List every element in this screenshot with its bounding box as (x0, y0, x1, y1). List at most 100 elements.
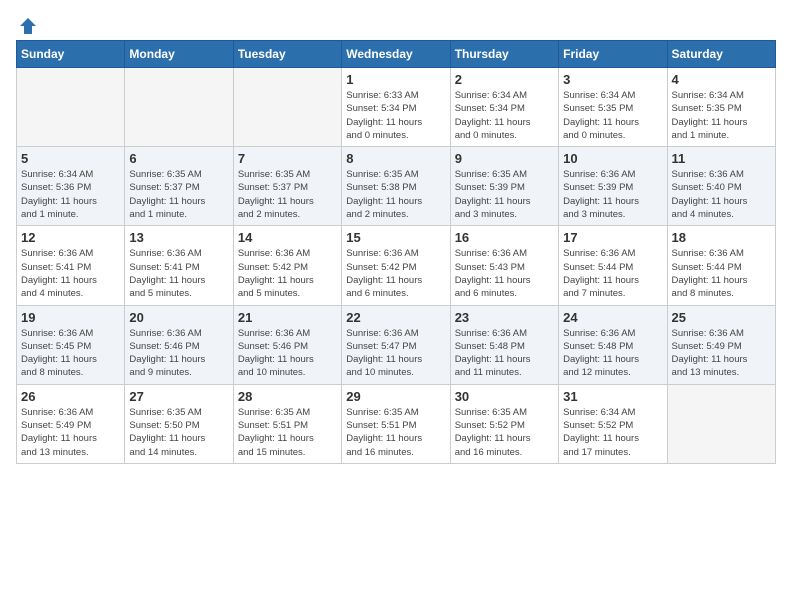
day-number: 9 (455, 151, 554, 166)
day-info: Sunrise: 6:35 AM Sunset: 5:51 PM Dayligh… (346, 406, 445, 459)
day-number: 2 (455, 72, 554, 87)
day-number: 23 (455, 310, 554, 325)
day-info: Sunrise: 6:36 AM Sunset: 5:44 PM Dayligh… (672, 247, 771, 300)
calendar-week-row: 19 Sunrise: 6:36 AM Sunset: 5:45 PM Dayli… (17, 305, 776, 384)
day-info: Sunrise: 6:36 AM Sunset: 5:44 PM Dayligh… (563, 247, 662, 300)
day-number: 28 (238, 389, 337, 404)
day-info: Sunrise: 6:35 AM Sunset: 5:38 PM Dayligh… (346, 168, 445, 221)
day-info: Sunrise: 6:36 AM Sunset: 5:48 PM Dayligh… (455, 327, 554, 380)
page-header (16, 16, 776, 32)
day-number: 15 (346, 230, 445, 245)
day-info: Sunrise: 6:35 AM Sunset: 5:51 PM Dayligh… (238, 406, 337, 459)
calendar-day-cell: 28 Sunrise: 6:35 AM Sunset: 5:51 PM Dayli… (233, 384, 341, 463)
day-info: Sunrise: 6:34 AM Sunset: 5:35 PM Dayligh… (563, 89, 662, 142)
day-number: 31 (563, 389, 662, 404)
day-info: Sunrise: 6:36 AM Sunset: 5:49 PM Dayligh… (21, 406, 120, 459)
calendar-table: SundayMondayTuesdayWednesdayThursdayFrid… (16, 40, 776, 464)
calendar-day-cell: 14 Sunrise: 6:36 AM Sunset: 5:42 PM Dayli… (233, 226, 341, 305)
day-info: Sunrise: 6:36 AM Sunset: 5:47 PM Dayligh… (346, 327, 445, 380)
day-info: Sunrise: 6:35 AM Sunset: 5:37 PM Dayligh… (129, 168, 228, 221)
calendar-day-cell: 17 Sunrise: 6:36 AM Sunset: 5:44 PM Dayli… (559, 226, 667, 305)
day-info: Sunrise: 6:36 AM Sunset: 5:40 PM Dayligh… (672, 168, 771, 221)
day-number: 7 (238, 151, 337, 166)
day-number: 5 (21, 151, 120, 166)
day-info: Sunrise: 6:34 AM Sunset: 5:35 PM Dayligh… (672, 89, 771, 142)
day-number: 18 (672, 230, 771, 245)
day-number: 10 (563, 151, 662, 166)
calendar-week-row: 5 Sunrise: 6:34 AM Sunset: 5:36 PM Daylig… (17, 147, 776, 226)
weekday-header-thursday: Thursday (450, 41, 558, 68)
calendar-day-cell: 1 Sunrise: 6:33 AM Sunset: 5:34 PM Daylig… (342, 68, 450, 147)
day-number: 29 (346, 389, 445, 404)
day-number: 30 (455, 389, 554, 404)
day-number: 4 (672, 72, 771, 87)
day-info: Sunrise: 6:33 AM Sunset: 5:34 PM Dayligh… (346, 89, 445, 142)
calendar-day-cell: 12 Sunrise: 6:36 AM Sunset: 5:41 PM Dayli… (17, 226, 125, 305)
weekday-header-sunday: Sunday (17, 41, 125, 68)
day-info: Sunrise: 6:34 AM Sunset: 5:52 PM Dayligh… (563, 406, 662, 459)
calendar-day-cell: 3 Sunrise: 6:34 AM Sunset: 5:35 PM Daylig… (559, 68, 667, 147)
calendar-day-cell: 19 Sunrise: 6:36 AM Sunset: 5:45 PM Dayli… (17, 305, 125, 384)
calendar-day-cell: 7Sunrise: 6:35 AM Sunset: 5:37 PM Daylig… (233, 147, 341, 226)
day-info: Sunrise: 6:36 AM Sunset: 5:39 PM Dayligh… (563, 168, 662, 221)
day-info: Sunrise: 6:34 AM Sunset: 5:34 PM Dayligh… (455, 89, 554, 142)
calendar-day-cell: 25Sunrise: 6:36 AM Sunset: 5:49 PM Dayli… (667, 305, 775, 384)
calendar-day-cell: 30 Sunrise: 6:35 AM Sunset: 5:52 PM Dayli… (450, 384, 558, 463)
day-number: 22 (346, 310, 445, 325)
calendar-day-cell: 5 Sunrise: 6:34 AM Sunset: 5:36 PM Daylig… (17, 147, 125, 226)
day-number: 14 (238, 230, 337, 245)
calendar-day-cell: 31 Sunrise: 6:34 AM Sunset: 5:52 PM Dayli… (559, 384, 667, 463)
day-number: 26 (21, 389, 120, 404)
calendar-day-cell: 9 Sunrise: 6:35 AM Sunset: 5:39 PM Daylig… (450, 147, 558, 226)
day-info: Sunrise: 6:36 AM Sunset: 5:45 PM Dayligh… (21, 327, 120, 380)
day-info: Sunrise: 6:35 AM Sunset: 5:50 PM Dayligh… (129, 406, 228, 459)
logo-icon (18, 16, 38, 36)
calendar-day-cell: 16 Sunrise: 6:36 AM Sunset: 5:43 PM Dayli… (450, 226, 558, 305)
day-number: 20 (129, 310, 228, 325)
weekday-header-saturday: Saturday (667, 41, 775, 68)
day-info: Sunrise: 6:36 AM Sunset: 5:43 PM Dayligh… (455, 247, 554, 300)
calendar-day-cell: 11 Sunrise: 6:36 AM Sunset: 5:40 PM Dayli… (667, 147, 775, 226)
day-info: Sunrise: 6:36 AM Sunset: 5:42 PM Dayligh… (346, 247, 445, 300)
day-number: 27 (129, 389, 228, 404)
calendar-week-row: 26 Sunrise: 6:36 AM Sunset: 5:49 PM Dayli… (17, 384, 776, 463)
calendar-day-cell: 21Sunrise: 6:36 AM Sunset: 5:46 PM Dayli… (233, 305, 341, 384)
day-number: 1 (346, 72, 445, 87)
weekday-header-monday: Monday (125, 41, 233, 68)
calendar-day-cell (667, 384, 775, 463)
day-number: 24 (563, 310, 662, 325)
day-info: Sunrise: 6:36 AM Sunset: 5:42 PM Dayligh… (238, 247, 337, 300)
calendar-day-cell: 24 Sunrise: 6:36 AM Sunset: 5:48 PM Dayli… (559, 305, 667, 384)
day-info: Sunrise: 6:35 AM Sunset: 5:39 PM Dayligh… (455, 168, 554, 221)
day-number: 19 (21, 310, 120, 325)
calendar-day-cell: 10 Sunrise: 6:36 AM Sunset: 5:39 PM Dayli… (559, 147, 667, 226)
day-number: 25 (672, 310, 771, 325)
calendar-day-cell: 29 Sunrise: 6:35 AM Sunset: 5:51 PM Dayli… (342, 384, 450, 463)
day-number: 21 (238, 310, 337, 325)
day-number: 16 (455, 230, 554, 245)
day-info: Sunrise: 6:35 AM Sunset: 5:52 PM Dayligh… (455, 406, 554, 459)
weekday-header-tuesday: Tuesday (233, 41, 341, 68)
day-info: Sunrise: 6:36 AM Sunset: 5:41 PM Dayligh… (21, 247, 120, 300)
calendar-day-cell: 15 Sunrise: 6:36 AM Sunset: 5:42 PM Dayli… (342, 226, 450, 305)
day-number: 11 (672, 151, 771, 166)
calendar-week-row: 12 Sunrise: 6:36 AM Sunset: 5:41 PM Dayli… (17, 226, 776, 305)
calendar-day-cell: 20Sunrise: 6:36 AM Sunset: 5:46 PM Dayli… (125, 305, 233, 384)
weekday-header-wednesday: Wednesday (342, 41, 450, 68)
logo (16, 16, 38, 32)
day-number: 12 (21, 230, 120, 245)
calendar-day-cell: 22 Sunrise: 6:36 AM Sunset: 5:47 PM Dayli… (342, 305, 450, 384)
day-number: 3 (563, 72, 662, 87)
calendar-day-cell: 2 Sunrise: 6:34 AM Sunset: 5:34 PM Daylig… (450, 68, 558, 147)
calendar-day-cell: 13Sunrise: 6:36 AM Sunset: 5:41 PM Dayli… (125, 226, 233, 305)
calendar-day-cell: 4 Sunrise: 6:34 AM Sunset: 5:35 PM Daylig… (667, 68, 775, 147)
weekday-header-friday: Friday (559, 41, 667, 68)
calendar-week-row: 1 Sunrise: 6:33 AM Sunset: 5:34 PM Daylig… (17, 68, 776, 147)
day-info: Sunrise: 6:36 AM Sunset: 5:48 PM Dayligh… (563, 327, 662, 380)
calendar-day-cell: 6Sunrise: 6:35 AM Sunset: 5:37 PM Daylig… (125, 147, 233, 226)
day-number: 8 (346, 151, 445, 166)
day-info: Sunrise: 6:34 AM Sunset: 5:36 PM Dayligh… (21, 168, 120, 221)
calendar-day-cell (125, 68, 233, 147)
calendar-day-cell: 8 Sunrise: 6:35 AM Sunset: 5:38 PM Daylig… (342, 147, 450, 226)
day-number: 17 (563, 230, 662, 245)
